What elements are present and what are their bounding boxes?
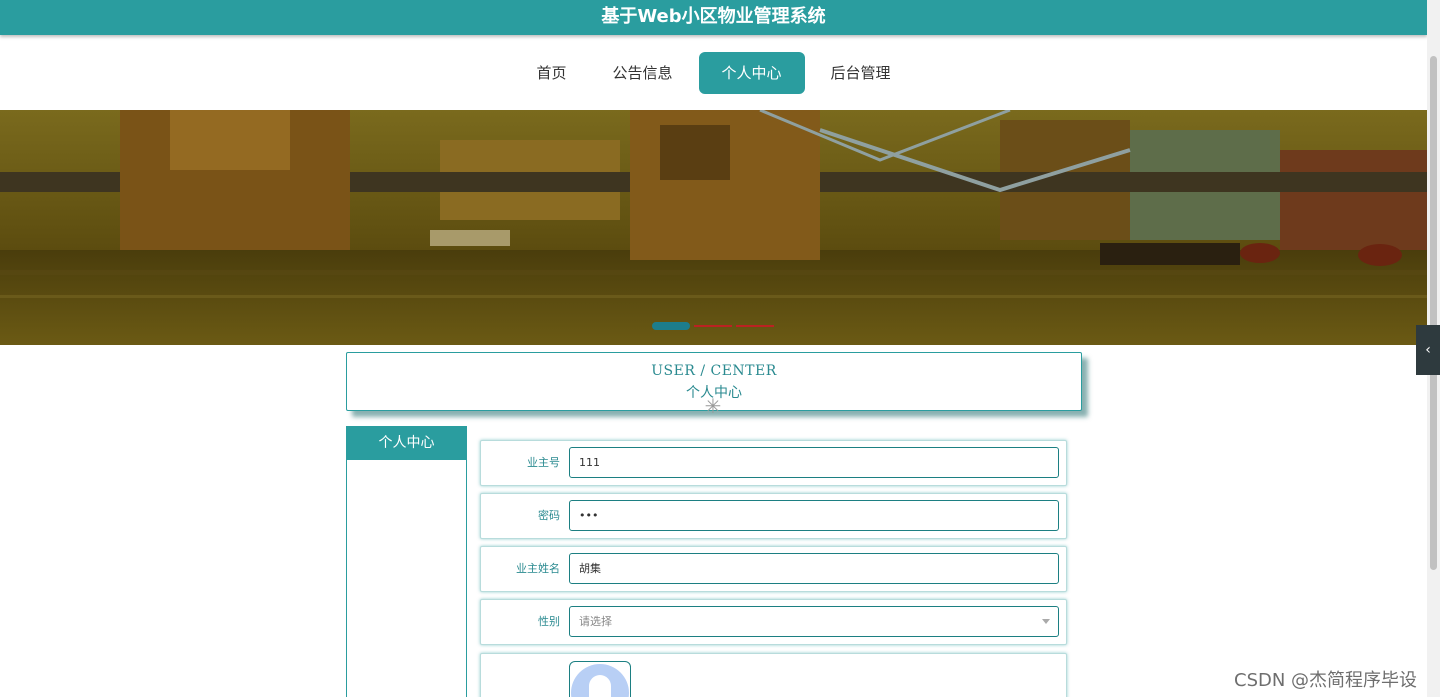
nav-item-admin[interactable]: 后台管理 (811, 52, 911, 94)
chevron-left-icon[interactable]: ‹ (1416, 325, 1440, 375)
form-row-avatar (480, 653, 1067, 697)
gender-label: 性别 (538, 615, 560, 628)
password-input[interactable]: ••• (569, 500, 1059, 531)
loading-spinner-icon: ✳ (704, 394, 722, 418)
nav-item-home[interactable]: 首页 (516, 52, 586, 94)
carousel-indicators (652, 322, 774, 330)
banner-image (0, 110, 1427, 345)
gender-select-placeholder: 请选择 (579, 615, 612, 628)
owner-id-input[interactable]: 111 (569, 447, 1059, 478)
gender-select[interactable]: 请选择 (569, 606, 1059, 637)
carousel-dot[interactable] (736, 325, 774, 327)
sidebar-item-user-center[interactable]: 个人中心 (347, 426, 466, 460)
form-row-owner-name: 业主姓名 胡集 (480, 546, 1067, 592)
form-row-gender: 性别 请选择 (480, 599, 1067, 645)
sidebar: 个人中心 (346, 426, 467, 697)
banner-carousel[interactable] (0, 110, 1427, 345)
password-label: 密码 (538, 509, 560, 522)
main-nav: 首页 公告信息 个人中心 后台管理 (0, 35, 1427, 110)
section-heading-en: USER / CENTER (651, 363, 777, 379)
owner-name-label: 业主姓名 (516, 562, 560, 575)
form-row-password: 密码 ••• (480, 493, 1067, 539)
form-row-owner-id: 业主号 111 (480, 440, 1067, 486)
watermark-text: CSDN @杰简程序毕设 (1234, 670, 1418, 691)
nav-item-announcements[interactable]: 公告信息 (592, 52, 692, 94)
nav-item-user-center[interactable]: 个人中心 (698, 51, 805, 94)
carousel-dot[interactable] (694, 325, 732, 327)
app-header: 基于Web小区物业管理系统 (0, 0, 1427, 35)
chevron-down-icon (1042, 619, 1050, 624)
owner-name-input[interactable]: 胡集 (569, 553, 1059, 584)
user-avatar-icon (571, 664, 629, 697)
app-title: 基于Web小区物业管理系统 (601, 6, 826, 27)
scrollbar-thumb[interactable] (1430, 56, 1437, 570)
carousel-dot[interactable] (652, 322, 690, 330)
owner-id-label: 业主号 (527, 456, 560, 469)
avatar-upload[interactable] (569, 661, 631, 697)
